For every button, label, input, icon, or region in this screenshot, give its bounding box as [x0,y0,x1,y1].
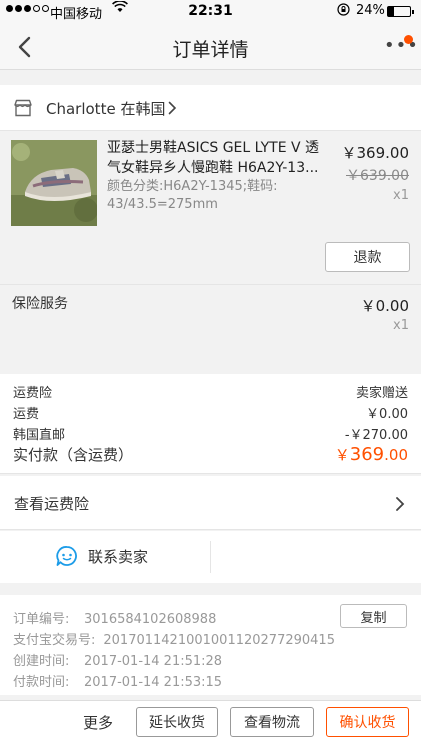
shipping-label: 运费 [13,407,40,422]
view-logistics-button[interactable]: 查看物流 [230,707,314,737]
nav-bar: 订单详情 ••• [0,24,421,70]
more-button[interactable]: 更多 [83,712,113,733]
created-time-row: 创建时间: 2017-01-14 21:51:28 [13,650,222,669]
total-decimal: .00 [384,446,408,464]
order-number-label: 订单编号: [13,612,70,627]
alipay-trade-row: 支付宝交易号: 2017011421001001120277290415 [13,629,335,648]
order-number-row: 订单编号: 3016584102608988 [13,608,216,627]
status-bar: 中国移动 22:31 24% [0,0,421,24]
alipay-trade-value: 2017011421001001120277290415 [103,633,335,648]
extend-receipt-button[interactable]: 延长收货 [136,707,218,737]
created-time-label: 创建时间: [13,654,70,669]
direct-mail-value: -￥270.00 [344,428,408,443]
product-image[interactable] [11,140,97,226]
product-sku: 颜色分类:H6A2Y-1345;鞋码: 43/43.5=275mm [107,179,278,212]
chevron-right-icon [168,101,177,115]
total-label: 实付款（含运费） [13,446,134,464]
direct-mail-row: 韩国直邮 -￥270.00 [13,424,408,443]
freight-insurance-label: 运费险 [13,386,53,401]
total-value: ￥369.00 [335,444,408,465]
paid-time-row: 付款时间: 2017-01-14 21:53:15 [13,671,222,690]
insurance-quantity: x1 [393,318,409,333]
alipay-trade-label: 支付宝交易号: [13,633,96,648]
shop-name: Charlotte 在韩国 [46,100,166,118]
contact-bar: 联系卖家 [0,531,421,583]
contact-seller-button[interactable]: 联系卖家 [56,545,148,567]
divider [210,541,211,573]
shop-header[interactable]: Charlotte 在韩国 [0,85,421,131]
page-title: 订单详情 [172,39,249,61]
chevron-right-icon [396,497,405,511]
contact-seller-label: 联系卖家 [88,547,149,566]
product-price: ￥369.00 [341,144,410,162]
shipping-row: 运费 ￥0.00 [13,403,408,422]
order-number-value: 3016584102608988 [84,612,217,627]
battery-icon [387,6,414,17]
insurance-label: 保险服务 [12,296,68,312]
total-integer: 369 [349,444,385,465]
product-original-price: ￥639.00 [346,168,409,184]
bottom-action-bar: 更多 延长收货 查看物流 确认收货 [0,700,421,750]
fee-summary: 运费险 卖家赠送 运费 ￥0.00 韩国直邮 -￥270.00 实付款（含运费）… [0,374,421,474]
freight-insurance-row: 运费险 卖家赠送 [13,382,408,401]
insurance-service: 保险服务 ￥0.00 x1 [0,284,421,370]
shoe-thumbnail-icon [11,140,97,226]
notification-badge [404,35,413,44]
more-menu-button[interactable]: ••• [384,37,419,55]
refund-button[interactable]: 退款 [325,242,410,272]
freight-insurance-link-label: 查看运费险 [14,495,90,513]
insurance-price: ￥0.00 [360,297,409,315]
order-info: 订单编号: 3016584102608988 复制 支付宝交易号: 20170114… [0,595,421,695]
rotation-lock-icon [337,3,350,19]
total-row: 实付款（含运费） ￥369.00 [13,444,408,465]
freight-insurance-value: 卖家赠送 [355,386,408,401]
created-time-value: 2017-01-14 21:51:28 [84,654,223,669]
total-currency: ￥ [334,446,350,464]
view-freight-insurance-link[interactable]: 查看运费险 [0,476,421,530]
confirm-receipt-button[interactable]: 确认收货 [326,707,409,737]
shipping-value: ￥0.00 [366,407,408,422]
copy-button[interactable]: 复制 [340,604,407,628]
battery-percent: 24% [356,3,385,18]
order-item[interactable]: 亚瑟士男鞋ASICS GEL LYTE V 透气女鞋异乡人慢跑鞋 H6A2Y-1… [0,132,421,282]
direct-mail-label: 韩国直邮 [13,428,66,443]
store-icon [14,99,32,117]
chat-bubble-icon [56,546,77,566]
paid-time-value: 2017-01-14 21:53:15 [84,675,223,690]
product-quantity: x1 [393,188,409,203]
product-title[interactable]: 亚瑟士男鞋ASICS GEL LYTE V 透气女鞋异乡人慢跑鞋 H6A2Y-1… [107,138,333,178]
paid-time-label: 付款时间: [13,675,70,690]
